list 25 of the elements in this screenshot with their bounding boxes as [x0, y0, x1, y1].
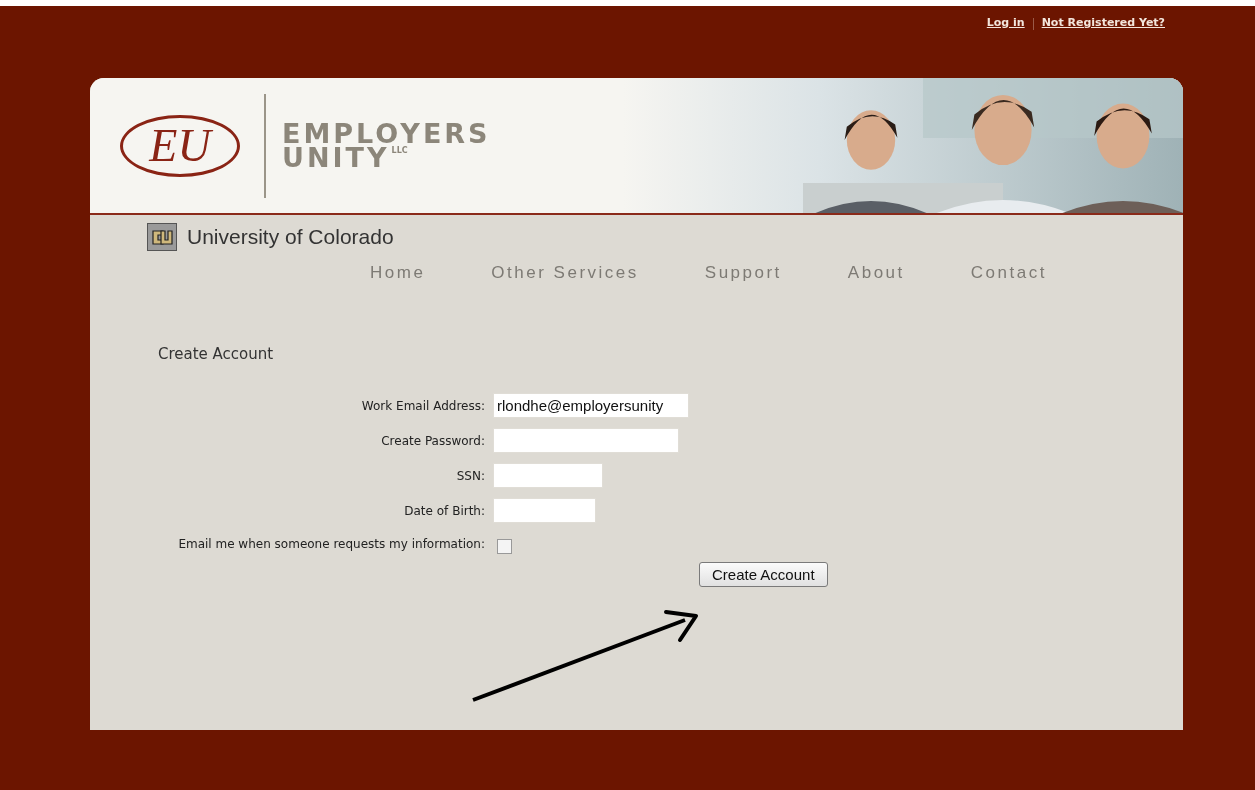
cu-logo-icon: [147, 223, 177, 251]
register-link[interactable]: Not Registered Yet?: [1041, 16, 1165, 29]
brand-suffix: LLC: [391, 145, 408, 156]
field-label: Create Password:: [381, 433, 485, 448]
login-link[interactable]: Log in: [986, 16, 1025, 29]
nav-link[interactable]: Home: [370, 263, 426, 283]
brand-name: EMPLOYERS: [282, 121, 491, 146]
nav-link[interactable]: Support: [704, 263, 782, 283]
input-field[interactable]: [493, 428, 679, 453]
nav-link[interactable]: Contact: [970, 263, 1047, 283]
form-title: Create Account: [158, 345, 275, 363]
field-label: Work Email Address:: [361, 398, 485, 413]
input-field[interactable]: [493, 463, 603, 488]
nav-link[interactable]: About: [847, 263, 905, 283]
field-label: Email me when someone requests my information:: [178, 536, 485, 551]
input-field[interactable]: rlondhe@employersunity: [493, 393, 689, 418]
nav-link[interactable]: Other Services: [491, 263, 639, 283]
brand-name: UNITY: [282, 145, 390, 170]
field-label: Date of Birth:: [404, 503, 485, 518]
school-name: University of Colorado: [187, 225, 394, 249]
input-field[interactable]: [493, 498, 596, 523]
checkbox[interactable]: [497, 539, 512, 554]
create-account-button[interactable]: Create Account: [699, 562, 828, 587]
field-label: SSN:: [456, 468, 485, 483]
logo-monogram: EU: [120, 114, 240, 177]
